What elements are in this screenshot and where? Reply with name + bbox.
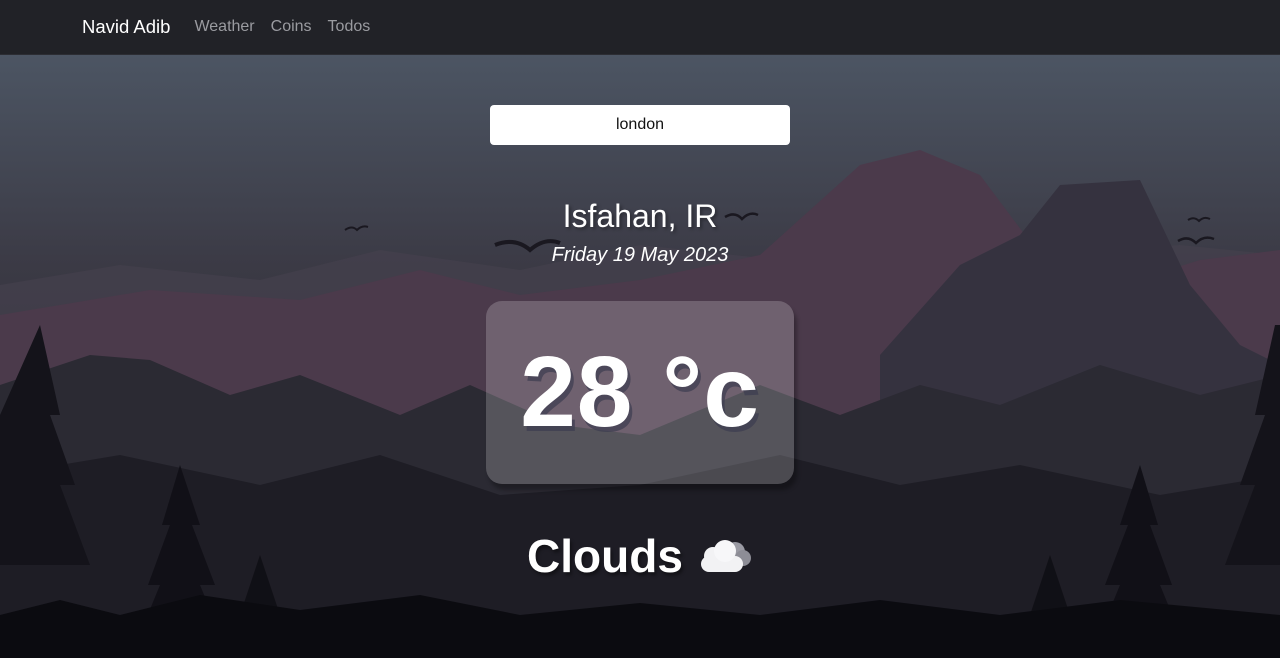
brand-link[interactable]: Navid Adib [82, 16, 170, 38]
weather-panel: Isfahan, IR Friday 19 May 2023 28 °c Clo… [0, 0, 1280, 658]
temperature-card: 28 °c [486, 301, 794, 484]
city-search-input[interactable] [490, 105, 790, 145]
condition-label: Clouds [527, 530, 683, 582]
location-title: Isfahan, IR [562, 198, 718, 234]
nav-link-coins[interactable]: Coins [271, 18, 312, 36]
condition-row: Clouds [440, 528, 840, 584]
cloud-icon [700, 540, 751, 572]
temperature-value: 28 °c [520, 336, 760, 448]
navbar: Navid Adib Weather Coins Todos [0, 0, 1280, 55]
nav-link-weather[interactable]: Weather [194, 18, 254, 36]
nav-link-todos[interactable]: Todos [328, 18, 371, 36]
date-label: Friday 19 May 2023 [551, 244, 729, 266]
